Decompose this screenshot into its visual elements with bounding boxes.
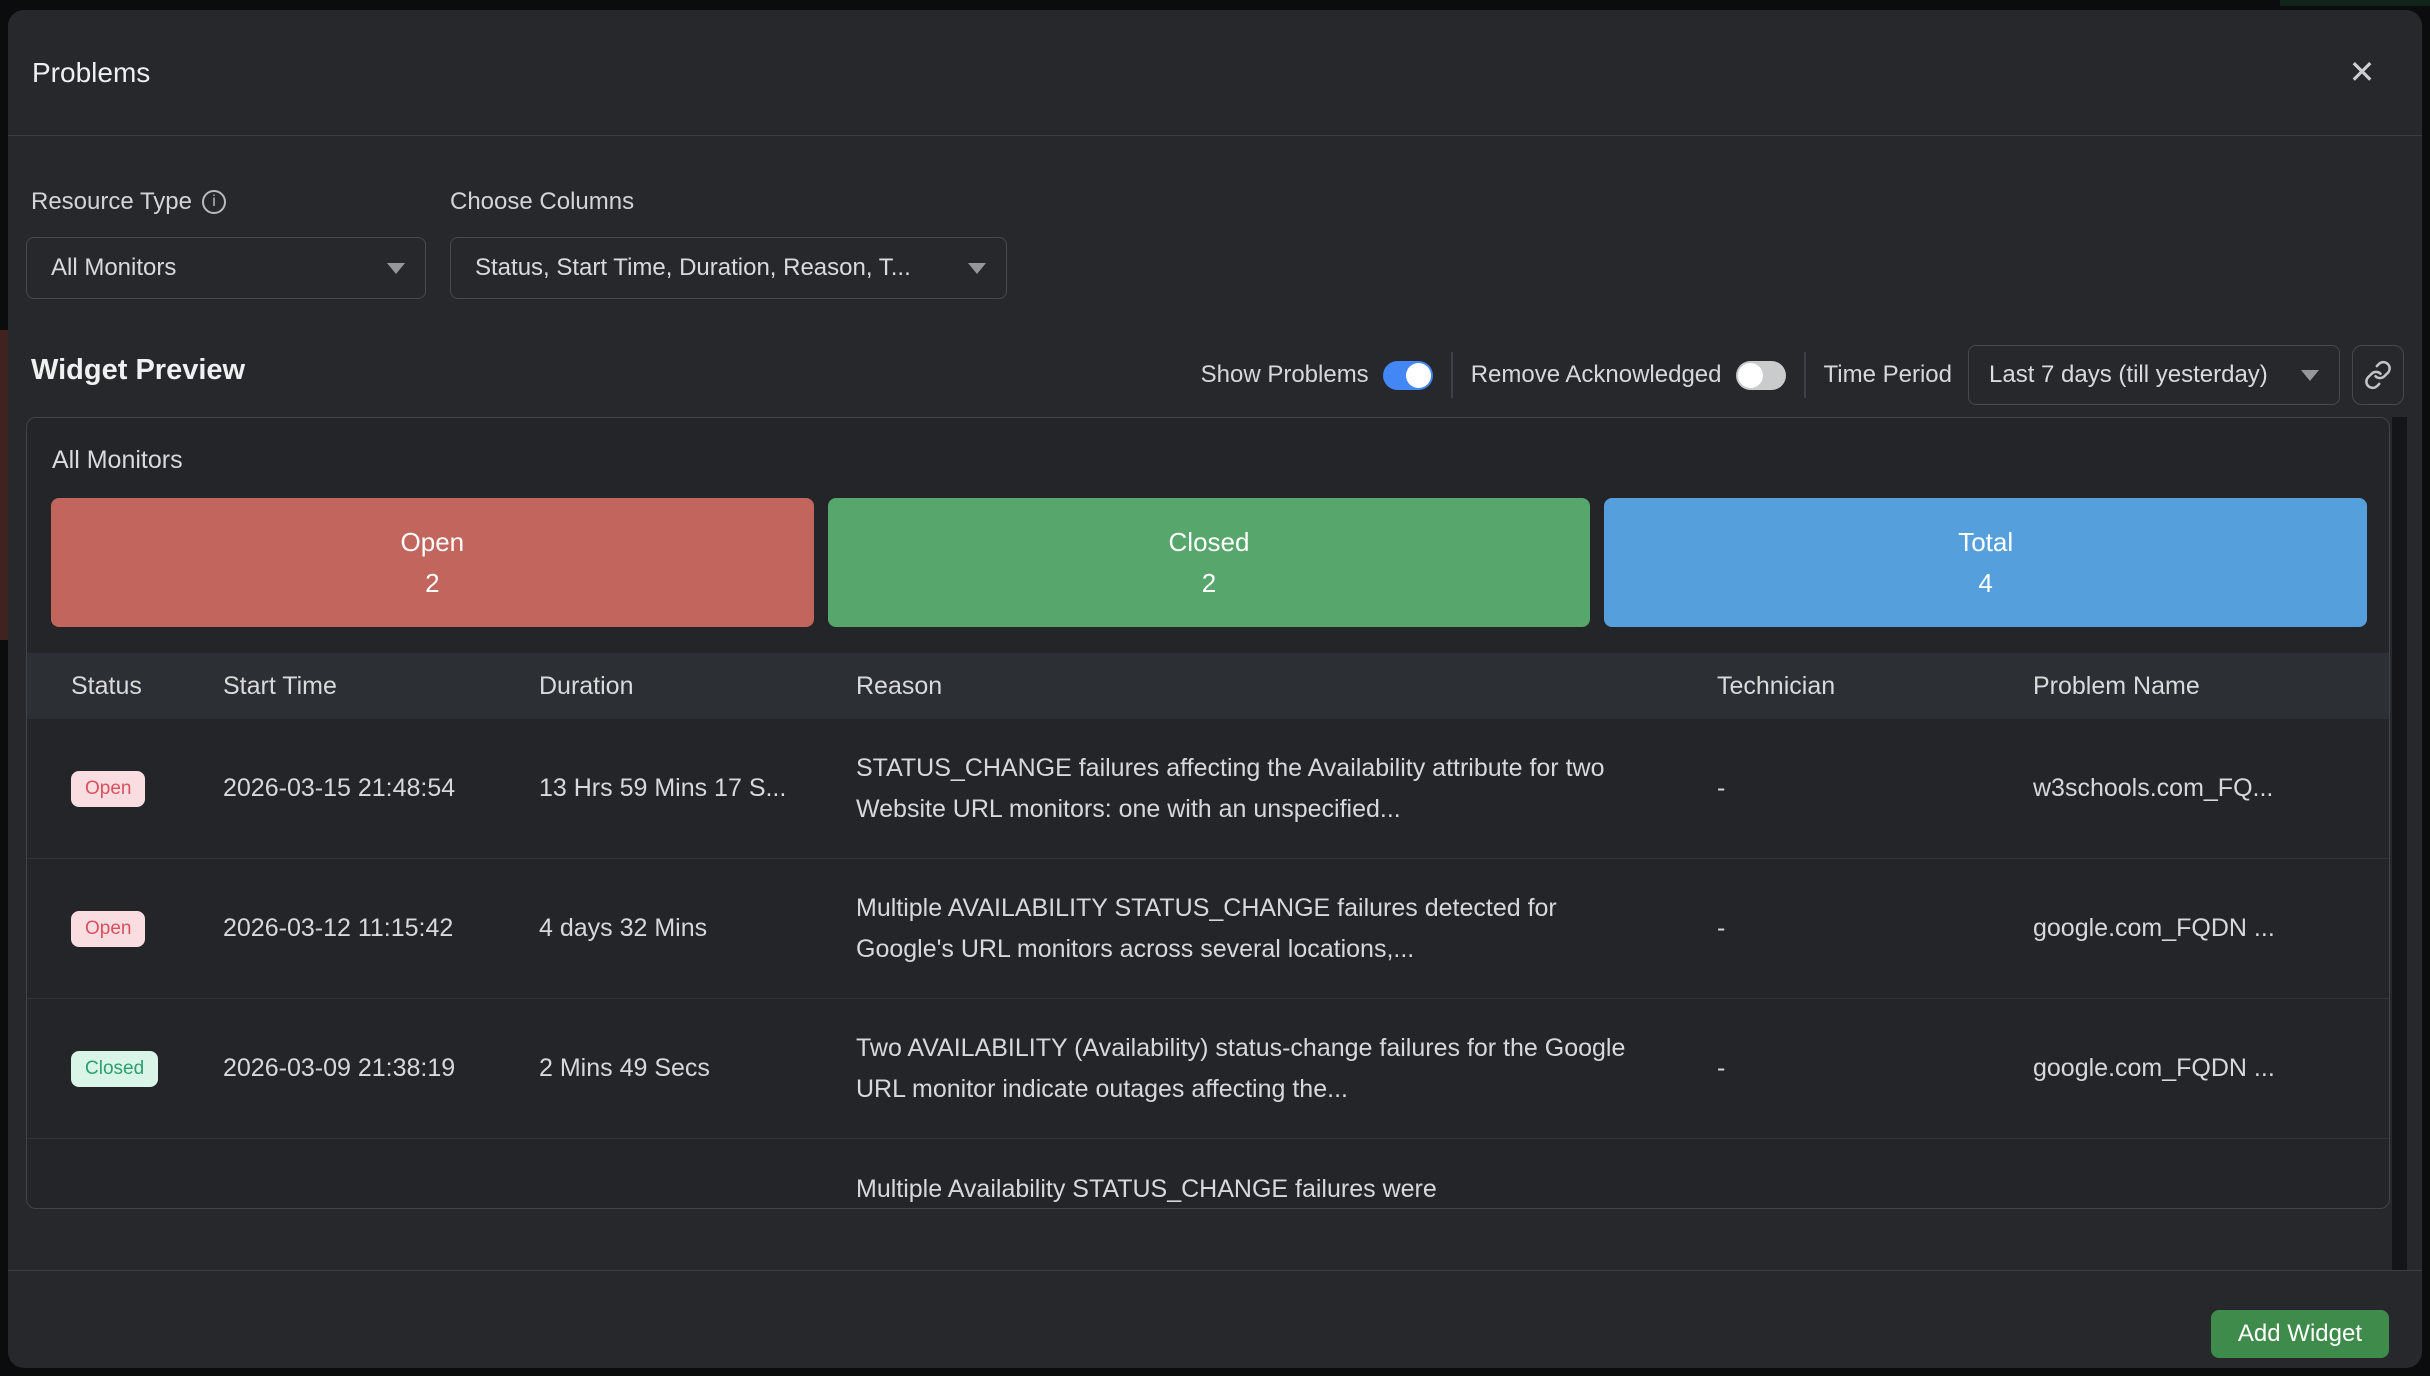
- reason-cell: Multiple AVAILABILITY STATUS_CHANGE fail…: [856, 888, 1717, 970]
- problem-name-cell: w3schools.com_FQ...: [2033, 774, 2389, 803]
- start-time-cell: 2026-03-12 11:15:42: [223, 914, 539, 943]
- problem-name-cell: google.com_FQDN ...: [2033, 914, 2389, 943]
- table-body: Open 2026-03-15 21:48:5413 Hrs 59 Mins 17…: [27, 719, 2389, 1208]
- table-row: Multiple Availability STATUS_CHANGE fail…: [27, 1139, 2389, 1209]
- problems-modal: Problems ✕ Resource Type i Choose Column…: [8, 10, 2422, 1368]
- table-row: Open 2026-03-12 11:15:424 days 32 MinsMul…: [27, 859, 2389, 999]
- status-badge: Closed: [71, 1051, 158, 1087]
- chevron-down-icon: [387, 263, 405, 274]
- card-label: Open: [401, 527, 465, 558]
- technician-cell: -: [1717, 1054, 2033, 1083]
- card-value: 2: [425, 568, 439, 599]
- choose-columns-label: Choose Columns: [450, 188, 634, 216]
- summary-card-closed: Closed 2: [828, 498, 1591, 627]
- column-header: Status: [71, 672, 223, 701]
- card-label: Total: [1958, 527, 2013, 558]
- copy-link-button[interactable]: [2352, 345, 2404, 405]
- resource-type-value: All Monitors: [51, 254, 176, 282]
- page-title: Problems: [32, 57, 150, 89]
- column-header: Problem Name: [2033, 672, 2389, 701]
- toggle-knob: [1738, 363, 1763, 388]
- duration-cell: 13 Hrs 59 Mins 17 S...: [539, 774, 856, 803]
- page-background: [0, 330, 8, 640]
- duration-cell: 2 Mins 49 Secs: [539, 1054, 856, 1083]
- column-header: Technician: [1717, 672, 2033, 701]
- problem-name-cell: google.com_FQDN ...: [2033, 1054, 2389, 1083]
- status-cell: Open: [71, 911, 223, 947]
- chevron-down-icon: [2301, 370, 2319, 381]
- preview-controls: Show Problems Remove Acknowledged Time P…: [1201, 340, 2404, 410]
- scrollbar[interactable]: [2392, 417, 2407, 1270]
- start-time-cell: 2026-03-15 21:48:54: [223, 774, 539, 803]
- choose-columns-select[interactable]: Status, Start Time, Duration, Reason, T.…: [450, 237, 1007, 299]
- table-header: StatusStart TimeDurationReasonTechnician…: [27, 653, 2389, 719]
- card-label: Closed: [1169, 527, 1250, 558]
- footer-divider: [8, 1270, 2422, 1271]
- time-period-label: Time Period: [1824, 361, 1952, 389]
- technician-cell: -: [1717, 774, 2033, 803]
- modal-header: Problems ✕: [8, 10, 2422, 136]
- remove-acknowledged-label: Remove Acknowledged: [1471, 361, 1722, 389]
- start-time-cell: 2026-03-09 21:38:19: [223, 1054, 539, 1083]
- column-header: Reason: [856, 672, 1717, 701]
- widget-preview-panel: All Monitors Open 2 Closed 2 Total 4 StatusSt…: [26, 417, 2390, 1209]
- panel-title: All Monitors: [52, 446, 183, 475]
- summary-card-open: Open 2: [51, 498, 814, 627]
- card-value: 2: [1202, 568, 1216, 599]
- status-badge: Open: [71, 911, 145, 947]
- link-icon: [2363, 360, 2393, 390]
- add-widget-button[interactable]: Add Widget: [2211, 1310, 2389, 1358]
- column-header: Duration: [539, 672, 856, 701]
- column-header: Start Time: [223, 672, 539, 701]
- choose-columns-value: Status, Start Time, Duration, Reason, T.…: [475, 254, 911, 282]
- reason-cell: Multiple Availability STATUS_CHANGE fail…: [856, 1139, 1717, 1209]
- divider: [1804, 352, 1806, 398]
- show-problems-label: Show Problems: [1201, 361, 1369, 389]
- close-icon[interactable]: ✕: [2338, 48, 2386, 96]
- show-problems-toggle[interactable]: [1383, 361, 1433, 390]
- toggle-knob: [1406, 363, 1431, 388]
- summary-card-total: Total 4: [1604, 498, 2367, 627]
- reason-cell: Two AVAILABILITY (Availability) status-c…: [856, 1028, 1717, 1110]
- status-cell: Open: [71, 771, 223, 807]
- summary-cards: Open 2 Closed 2 Total 4: [51, 498, 2367, 627]
- info-icon: i: [202, 190, 226, 214]
- problems-dialog-page: Problems ✕ Resource Type i Choose Column…: [0, 0, 2430, 1376]
- resource-type-select[interactable]: All Monitors: [26, 237, 426, 299]
- reason-cell: STATUS_CHANGE failures affecting the Ava…: [856, 748, 1717, 830]
- duration-cell: 4 days 32 Mins: [539, 914, 856, 943]
- page-background: [2280, 0, 2430, 6]
- remove-acknowledged-toggle[interactable]: [1736, 361, 1786, 390]
- technician-cell: -: [1717, 914, 2033, 943]
- table-row: Open 2026-03-15 21:48:5413 Hrs 59 Mins 17…: [27, 719, 2389, 859]
- chevron-down-icon: [968, 263, 986, 274]
- resource-type-label: Resource Type i: [31, 188, 226, 216]
- status-badge: Open: [71, 771, 145, 807]
- widget-preview-heading: Widget Preview: [31, 354, 245, 387]
- divider: [1451, 352, 1453, 398]
- status-cell: Closed: [71, 1051, 223, 1087]
- time-period-select[interactable]: Last 7 days (till yesterday): [1968, 345, 2340, 405]
- table-row: Closed 2026-03-09 21:38:192 Mins 49 SecsT…: [27, 999, 2389, 1139]
- time-period-value: Last 7 days (till yesterday): [1989, 361, 2268, 389]
- card-value: 4: [1978, 568, 1992, 599]
